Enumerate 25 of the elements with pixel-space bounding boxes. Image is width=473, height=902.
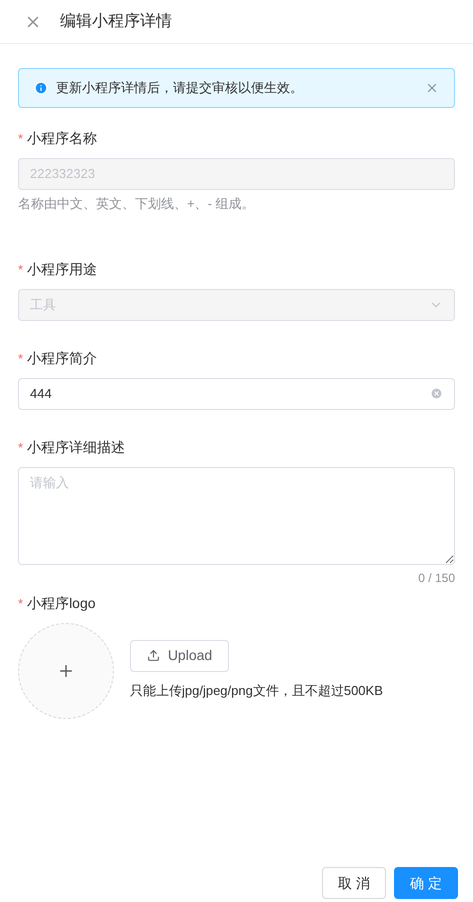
required-mark: * (18, 132, 24, 145)
field-label: 小程序用途 (27, 260, 98, 278)
field-label: 小程序名称 (27, 129, 98, 148)
field-label: 小程序详细描述 (27, 438, 126, 456)
textarea-field[interactable]: 请输入 (18, 466, 455, 564)
field-hint: 名称由中文、英文、下划线、+、- 组成。 (18, 195, 256, 213)
input-field[interactable]: 444 (18, 378, 455, 410)
char-counter: 0 / 150 (418, 570, 455, 586)
field-label: 小程序logo (27, 594, 96, 613)
required-mark: * (18, 352, 24, 364)
info-icon (34, 81, 48, 95)
cancel-button[interactable]: 取 消 (322, 867, 386, 899)
field-label: 小程序简介 (27, 348, 98, 368)
required-mark: * (18, 262, 24, 276)
clear-icon[interactable] (430, 387, 443, 400)
upload-icon (146, 649, 160, 662)
upload-hint: 只能上传jpg/jpeg/png文件，且不超过500KB (130, 682, 383, 700)
required-mark: * (18, 440, 24, 454)
panel-title: 编辑小程序详情 (60, 12, 172, 32)
input-value: 444 (30, 384, 53, 403)
close-icon[interactable] (425, 81, 439, 95)
upload-button[interactable]: Upload (130, 640, 229, 672)
confirm-button[interactable]: 确 定 (394, 867, 458, 899)
required-mark: * (18, 596, 24, 610)
alert-message: 更新小程序详情后，请提交审核以便生效。 (56, 79, 304, 98)
